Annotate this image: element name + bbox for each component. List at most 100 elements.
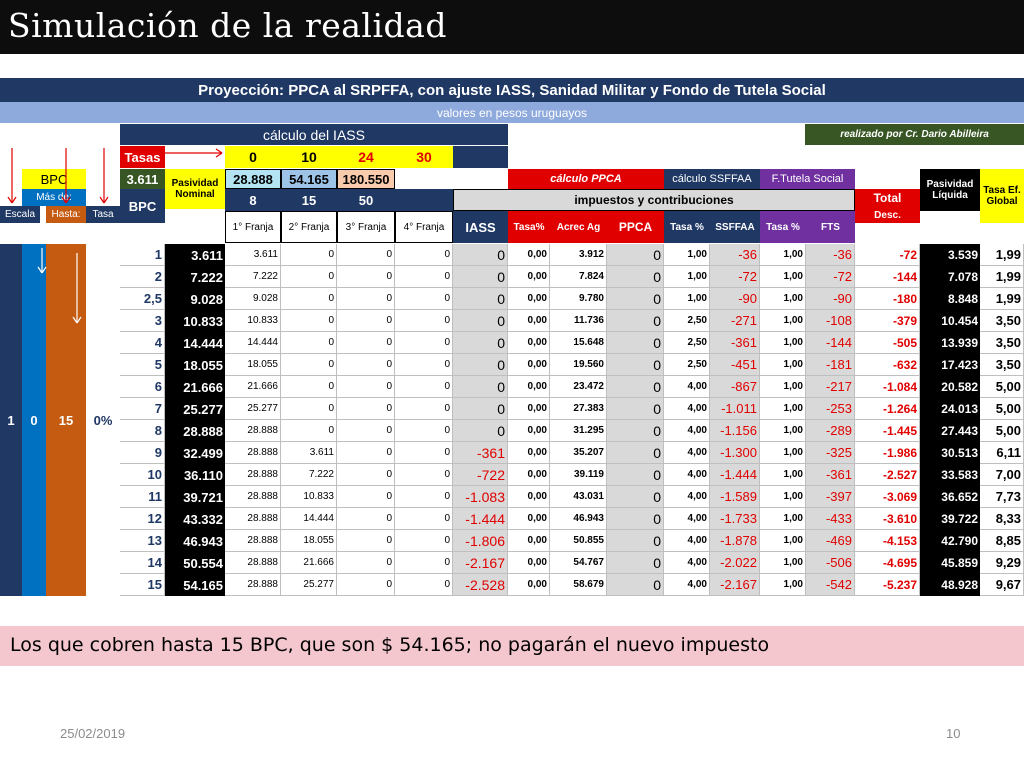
cell-total-desc: -3.069 <box>855 486 920 508</box>
cell-tasa-fts: 1,00 <box>760 376 806 398</box>
cell-tasa-fts: 1,00 <box>760 354 806 376</box>
cell-acrec-ag: 3.912 <box>550 244 607 266</box>
cell-franja-1: 7.222 <box>225 266 281 288</box>
cell-franja-1: 10.833 <box>225 310 281 332</box>
pasividad-liquida-label: Pasividad Líquida <box>920 169 980 211</box>
tutela-header: F.Tutela Social <box>760 169 855 189</box>
cell-pasividad-nominal: 21.666 <box>165 376 225 398</box>
cell-pasividad-liquida: 42.790 <box>920 530 980 552</box>
cell-franja-1: 25.277 <box>225 398 281 420</box>
cell-pasividad-liquida: 30.513 <box>920 442 980 464</box>
cell-ssffaa: -1.011 <box>710 398 760 420</box>
cell-ssffaa: -867 <box>710 376 760 398</box>
calc-iass-header: cálculo del IASS <box>120 124 508 145</box>
cell-franja-1: 18.055 <box>225 354 281 376</box>
cell-pasividad-nominal: 46.943 <box>165 530 225 552</box>
cell-ppca: 0 <box>607 376 664 398</box>
cell-pasividad-nominal: 10.833 <box>165 310 225 332</box>
hasta-label: Hasta: <box>46 206 86 223</box>
cell-acrec-ag: 27.383 <box>550 398 607 420</box>
cell-ssffaa: -1.878 <box>710 530 760 552</box>
cell-ssffaa: -2.167 <box>710 574 760 596</box>
cell-ppca: 0 <box>607 464 664 486</box>
cell-tasa-fts: 1,00 <box>760 310 806 332</box>
cell-tasa-pct: 0,00 <box>508 486 550 508</box>
cell-acrec-ag: 54.767 <box>550 552 607 574</box>
cell-franja-1: 28.888 <box>225 442 281 464</box>
tasa-pct-header: Tasa% <box>508 211 550 243</box>
title-bar: Simulación de la realidad <box>0 0 1024 54</box>
cell-pasividad-nominal: 39.721 <box>165 486 225 508</box>
cell-fts: -506 <box>806 552 855 574</box>
cell-acrec-ag: 39.119 <box>550 464 607 486</box>
cell-total-desc: -4.153 <box>855 530 920 552</box>
cell-bpc-multiplier: 13 <box>120 530 165 552</box>
cell-tasa-ssffaa: 4,00 <box>664 486 710 508</box>
cell-pasividad-liquida: 45.859 <box>920 552 980 574</box>
cell-ssffaa: -2.022 <box>710 552 760 574</box>
cell-franja-3: 0 <box>337 288 395 310</box>
cell-franja-2: 0 <box>281 310 337 332</box>
cell-bpc-multiplier: 11 <box>120 486 165 508</box>
cell-iass: -1.083 <box>453 486 508 508</box>
cell-acrec-ag: 58.679 <box>550 574 607 596</box>
cell-tasa-pct: 0,00 <box>508 420 550 442</box>
cell-fts: -469 <box>806 530 855 552</box>
tasas-arrow-head-a <box>215 148 223 154</box>
cell-iass: -361 <box>453 442 508 464</box>
cell-tasa-ssffaa: 4,00 <box>664 398 710 420</box>
cell-iass: 0 <box>453 244 508 266</box>
cell-pasividad-liquida: 24.013 <box>920 398 980 420</box>
cell-franja-2: 14.444 <box>281 508 337 530</box>
cell-acrec-ag: 50.855 <box>550 530 607 552</box>
tasa-pct3-header: Tasa % <box>760 211 806 243</box>
cell-tasa-pct: 0,00 <box>508 574 550 596</box>
cell-bpc-multiplier: 15 <box>120 574 165 596</box>
franja-header-2: 2° Franja <box>281 211 337 243</box>
cell-franja-3: 0 <box>337 376 395 398</box>
cell-franja-2: 0 <box>281 244 337 266</box>
cell-franja-4: 0 <box>395 486 453 508</box>
cell-franja-1: 28.888 <box>225 486 281 508</box>
limit-3: 180.550 <box>337 169 395 189</box>
cell-tasa-fts: 1,00 <box>760 288 806 310</box>
slide-date: 25/02/2019 <box>60 726 126 741</box>
cell-total-desc: -379 <box>855 310 920 332</box>
tasa-2: 10 <box>281 146 337 168</box>
cell-pasividad-liquida: 10.454 <box>920 310 980 332</box>
cell-iass: -722 <box>453 464 508 486</box>
cell-ppca: 0 <box>607 442 664 464</box>
table-title: Proyección: PPCA al SRPFFA, con ajuste I… <box>0 78 1024 102</box>
cell-franja-1: 21.666 <box>225 376 281 398</box>
tasas-arrow-head-b <box>215 152 223 158</box>
slide-title: Simulación de la realidad <box>8 6 447 45</box>
cell-fts: -217 <box>806 376 855 398</box>
cell-fts: -72 <box>806 266 855 288</box>
cell-franja-4: 0 <box>395 552 453 574</box>
cell-bpc-multiplier: 7 <box>120 398 165 420</box>
cell-fts: -433 <box>806 508 855 530</box>
cell-bpc-multiplier: 5 <box>120 354 165 376</box>
cell-tasa-ef-global: 5,00 <box>980 398 1024 420</box>
cell-ssffaa: -1.156 <box>710 420 760 442</box>
cell-franja-2: 0 <box>281 354 337 376</box>
cell-total-desc: -1.986 <box>855 442 920 464</box>
impuestos-header: impuestos y contribuciones <box>453 189 855 211</box>
cell-bpc-multiplier: 8 <box>120 420 165 442</box>
cell-tasa-pct: 0,00 <box>508 552 550 574</box>
cell-pasividad-nominal: 18.055 <box>165 354 225 376</box>
tasa-pct2-header: Tasa % <box>664 211 710 243</box>
cell-franja-4: 0 <box>395 266 453 288</box>
bpc-value: 3.611 <box>120 169 165 189</box>
cell-franja-3: 0 <box>337 244 395 266</box>
franja-header-1: 1° Franja <box>225 211 281 243</box>
tasa-3: 24 <box>337 146 395 168</box>
cell-pasividad-liquida: 27.443 <box>920 420 980 442</box>
cell-ssffaa: -1.589 <box>710 486 760 508</box>
cell-bpc-multiplier: 2 <box>120 266 165 288</box>
cell-franja-4: 0 <box>395 244 453 266</box>
mas-de-label: Más de: <box>22 189 86 206</box>
cell-franja-3: 0 <box>337 310 395 332</box>
arrow-head-a-1 <box>7 196 13 204</box>
cell-pasividad-nominal: 3.611 <box>165 244 225 266</box>
